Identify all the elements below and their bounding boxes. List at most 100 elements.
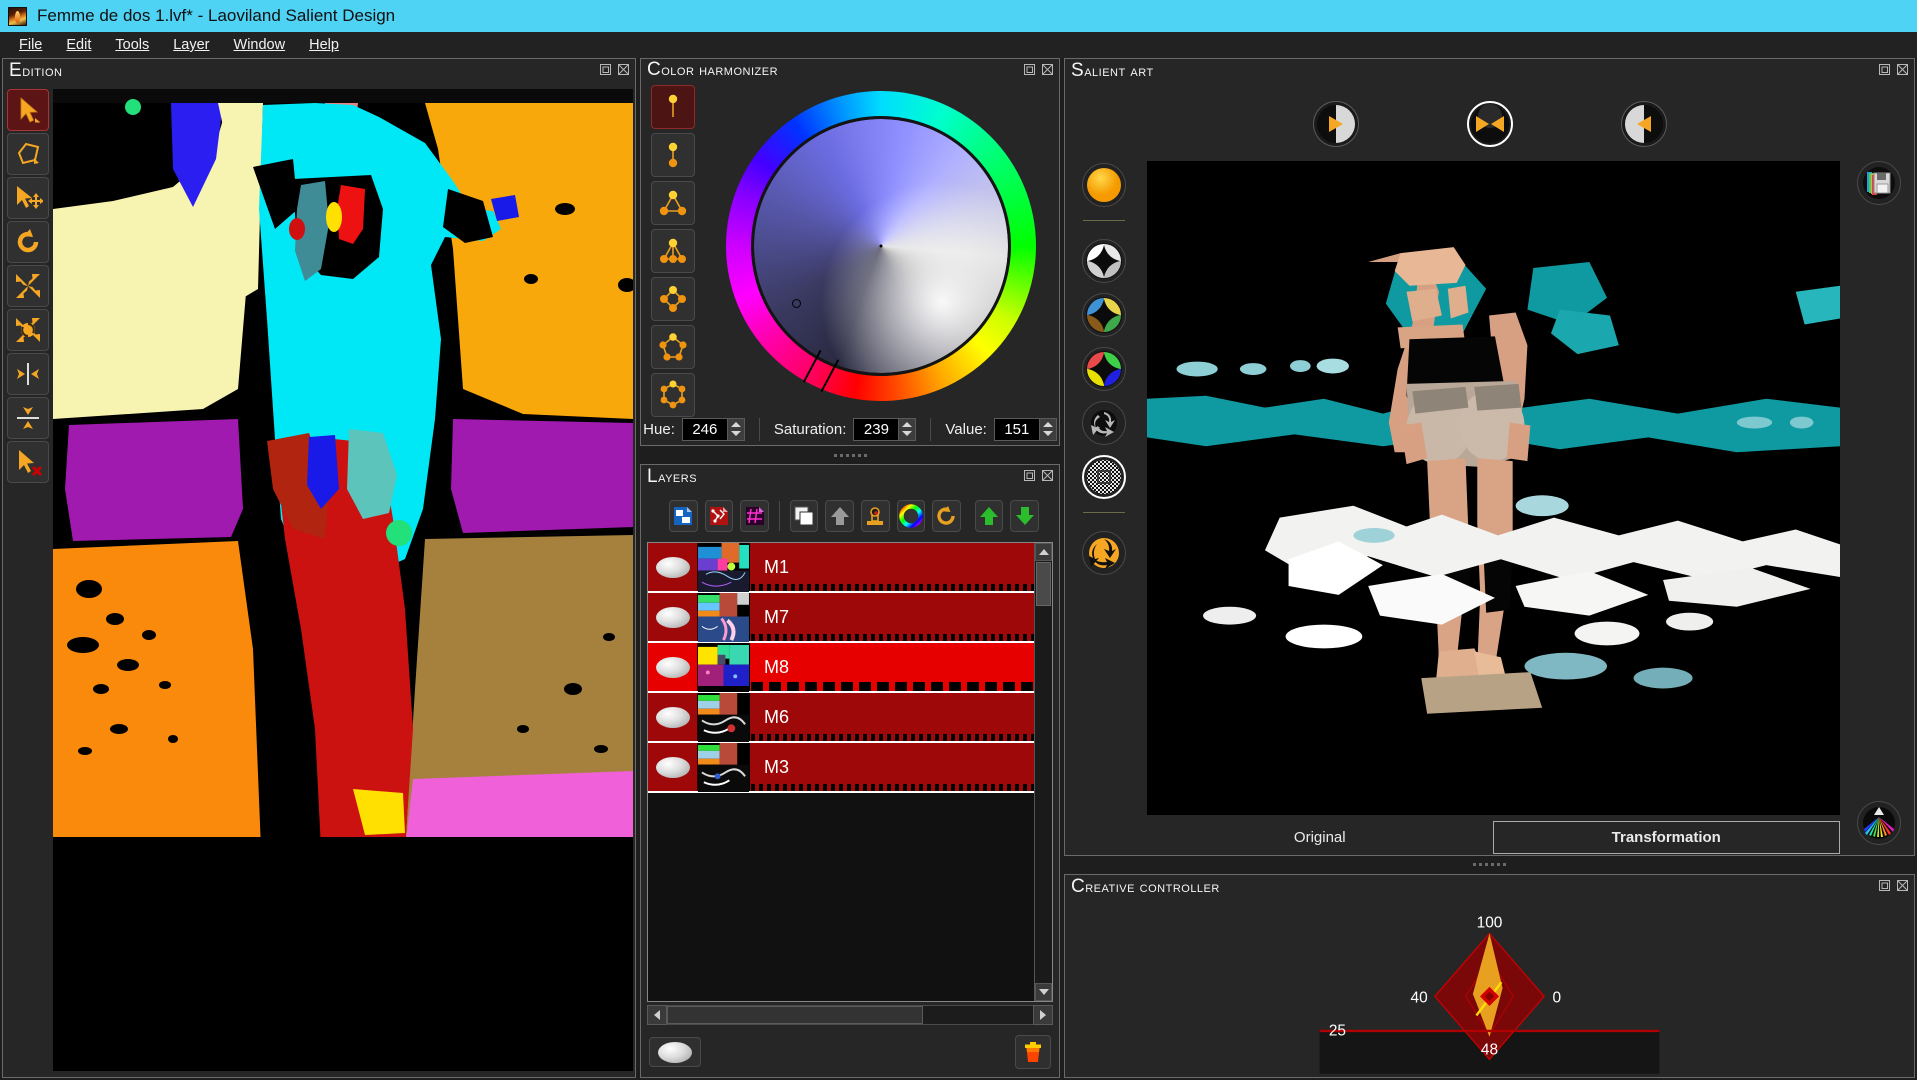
luminance-tool-button[interactable]	[1082, 163, 1126, 207]
restore-icon[interactable]	[1023, 469, 1036, 482]
harmony-single-button[interactable]	[651, 85, 695, 129]
layer-opacity-bar[interactable]	[751, 682, 1034, 691]
move-layer-up-button[interactable]	[974, 500, 1004, 532]
harmony-tetrad-button[interactable]	[651, 277, 695, 321]
close-icon[interactable]	[1896, 63, 1909, 76]
layer-opacity-bar[interactable]	[751, 784, 1034, 791]
scroll-track[interactable]	[1035, 561, 1052, 983]
scroll-thumb-horizontal[interactable]	[667, 1006, 924, 1024]
layer-list-vertical-scrollbar[interactable]	[1034, 543, 1052, 1001]
view-mode-right-button[interactable]	[1620, 101, 1667, 147]
checker-transparency-tool-button[interactable]	[1082, 455, 1126, 499]
menu-tools[interactable]: Tools	[106, 34, 158, 56]
color-cursor[interactable]	[792, 299, 801, 308]
edition-canvas[interactable]	[53, 89, 633, 1071]
tab-transformation[interactable]: Transformation	[1492, 821, 1840, 855]
harmony-hexad-button[interactable]	[651, 373, 695, 417]
salient-creative-splitter[interactable]	[1064, 862, 1915, 868]
flip-horizontal-tool[interactable]	[7, 353, 49, 395]
move-layer-down-button[interactable]	[1010, 500, 1039, 532]
layer-opacity-bar[interactable]	[751, 734, 1034, 741]
scroll-track-horizontal[interactable]	[667, 1005, 1033, 1025]
saturation-stepper[interactable]	[899, 417, 917, 441]
hue-input[interactable]: 246	[681, 417, 728, 441]
harmonizer-layers-splitter[interactable]	[640, 452, 1060, 458]
table-row[interactable]: M3	[648, 743, 1034, 793]
restore-icon[interactable]	[1878, 879, 1891, 892]
close-icon[interactable]	[617, 63, 630, 76]
table-row[interactable]: M8	[648, 643, 1034, 693]
layer-thumbnail	[698, 593, 750, 643]
reset-layer-button[interactable]	[932, 500, 961, 532]
saturation-input[interactable]: 239	[853, 417, 900, 441]
scroll-left-button[interactable]	[647, 1005, 667, 1025]
layer-visibility-toggle[interactable]	[648, 543, 698, 591]
value-input[interactable]: 151	[993, 417, 1040, 441]
harmony-split-complementary-button[interactable]	[651, 229, 695, 273]
salient-left-toolbar	[1065, 161, 1143, 855]
polygon-lasso-tool[interactable]	[7, 133, 49, 175]
grid-layer-button[interactable]	[740, 500, 769, 532]
move-tool[interactable]	[7, 177, 49, 219]
scale-tool[interactable]	[7, 265, 49, 307]
close-icon[interactable]	[1041, 63, 1054, 76]
table-row[interactable]: M1	[648, 543, 1034, 593]
table-row[interactable]: M6	[648, 693, 1034, 743]
creative-controller-body[interactable]: 100 0 40 25 48	[1065, 899, 1914, 1077]
harmony-complementary-button[interactable]	[651, 133, 695, 177]
scroll-thumb[interactable]	[1036, 562, 1051, 606]
restore-icon[interactable]	[1878, 63, 1891, 76]
value-stepper[interactable]	[1039, 417, 1057, 441]
color-wheel[interactable]	[726, 91, 1036, 401]
menu-file[interactable]: File	[10, 34, 51, 56]
view-mode-left-button[interactable]	[1312, 101, 1359, 147]
layer-opacity-bar[interactable]	[751, 634, 1034, 641]
scroll-right-button[interactable]	[1033, 1005, 1053, 1025]
scroll-up-button[interactable]	[1035, 543, 1052, 561]
menu-help[interactable]: Help	[300, 34, 348, 56]
rgb-star-tool-button[interactable]	[1082, 347, 1126, 391]
delete-selection-tool[interactable]	[7, 441, 49, 483]
orange-swirl-tool-button[interactable]	[1082, 531, 1126, 575]
layer-visibility-toggle[interactable]	[648, 593, 698, 641]
save-image-button[interactable]	[1857, 161, 1901, 205]
tab-original[interactable]: Original	[1147, 822, 1493, 853]
layer-color-button[interactable]	[896, 500, 926, 532]
warm-cool-star-tool-button[interactable]	[1082, 293, 1126, 337]
flip-vertical-tool[interactable]	[7, 397, 49, 439]
palette-picker-button[interactable]	[1857, 800, 1901, 845]
menu-layer[interactable]: Layer	[164, 34, 218, 56]
layer-list-horizontal-scrollbar[interactable]	[647, 1005, 1053, 1025]
hue-stepper[interactable]	[727, 417, 745, 441]
table-row[interactable]: M7	[648, 593, 1034, 643]
view-mode-split-button[interactable]	[1466, 101, 1513, 147]
scroll-down-button[interactable]	[1035, 983, 1052, 1001]
merge-layers-button[interactable]	[825, 500, 854, 532]
delete-layer-button[interactable]	[1015, 1035, 1051, 1069]
menu-window[interactable]: Window	[225, 34, 295, 56]
toolbar-divider	[1083, 220, 1125, 221]
layer-visibility-toggle[interactable]	[648, 643, 698, 691]
layer-properties-button[interactable]	[860, 500, 890, 532]
salient-preview-image[interactable]	[1147, 161, 1840, 815]
harmony-pentad-button[interactable]	[651, 325, 695, 369]
close-icon[interactable]	[1041, 469, 1054, 482]
layer-visibility-toggle[interactable]	[648, 693, 698, 741]
harmony-triad-button[interactable]	[651, 181, 695, 225]
grayscale-star-tool-button[interactable]	[1082, 239, 1126, 283]
creative-title-text: Creative controller	[1071, 875, 1220, 897]
layer-visibility-toggle[interactable]	[648, 743, 698, 791]
select-arrow-tool[interactable]	[7, 89, 49, 131]
menu-edit[interactable]: Edit	[57, 34, 100, 56]
distort-tool[interactable]	[7, 309, 49, 351]
restore-icon[interactable]	[599, 63, 612, 76]
restore-icon[interactable]	[1023, 63, 1036, 76]
layer-opacity-bar[interactable]	[751, 584, 1034, 591]
grey-swirl-tool-button[interactable]	[1082, 401, 1126, 445]
toggle-all-visibility-button[interactable]	[649, 1037, 701, 1067]
new-layer-button[interactable]	[669, 500, 698, 532]
rotate-tool[interactable]	[7, 221, 49, 263]
duplicate-mask-button[interactable]	[704, 500, 734, 532]
close-icon[interactable]	[1896, 879, 1909, 892]
copy-layer-button[interactable]	[789, 500, 819, 532]
